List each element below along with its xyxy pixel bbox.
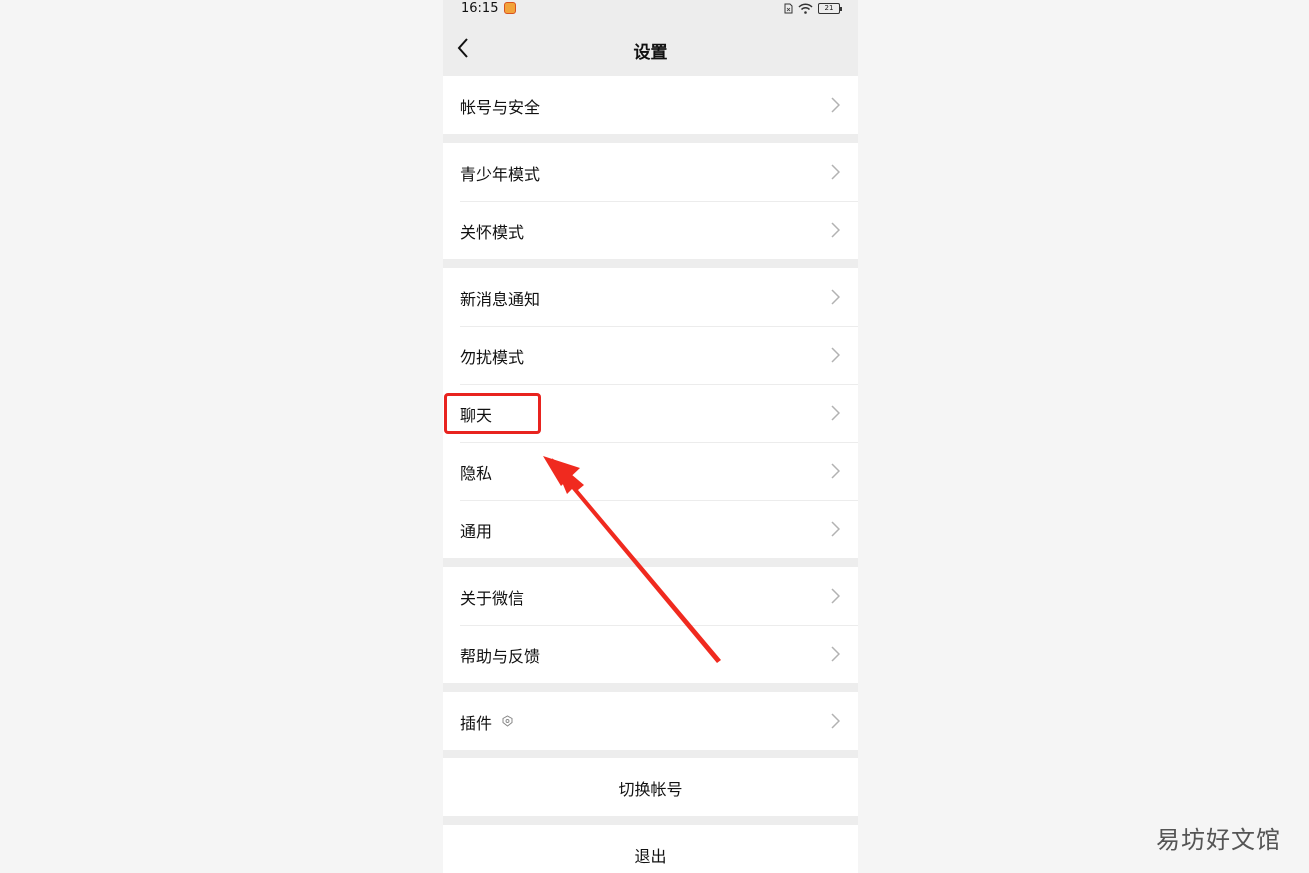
settings-item-label: 插件 xyxy=(460,714,493,733)
settings-item-help-feedback[interactable]: 帮助与反馈 xyxy=(443,625,858,683)
notification-app-icon xyxy=(504,2,516,14)
status-bar: 16:15 21 xyxy=(443,0,858,18)
status-time: 16:15 xyxy=(461,1,499,16)
section-logout: 退出 xyxy=(443,825,858,873)
settings-item-label: 关于微信 xyxy=(460,589,525,608)
sim-icon xyxy=(784,3,793,14)
chevron-right-icon xyxy=(831,347,840,363)
settings-item-label: 隐私 xyxy=(460,464,493,483)
chevron-right-icon xyxy=(831,713,840,729)
plugin-badge-icon xyxy=(502,715,513,727)
nav-bar: 设置 xyxy=(443,22,858,74)
section-plugins: 插件 xyxy=(443,692,858,750)
battery-icon: 21 xyxy=(818,3,842,14)
annotation-highlight-box xyxy=(444,393,541,434)
settings-item-label: 帮助与反馈 xyxy=(460,647,541,666)
section-about: 关于微信 帮助与反馈 xyxy=(443,567,858,683)
status-indicators: 21 xyxy=(784,3,842,14)
watermark: 易坊好文馆 xyxy=(1156,826,1281,854)
logout-button[interactable]: 退出 xyxy=(443,825,858,873)
settings-item-teen-mode[interactable]: 青少年模式 xyxy=(443,143,858,201)
settings-item-notifications[interactable]: 新消息通知 xyxy=(443,268,858,326)
chevron-right-icon xyxy=(831,646,840,662)
switch-account-label: 切换帐号 xyxy=(618,780,683,799)
section-modes: 青少年模式 关怀模式 xyxy=(443,143,858,259)
settings-item-plugins[interactable]: 插件 xyxy=(443,692,858,750)
section-switch-account: 切换帐号 xyxy=(443,758,858,816)
settings-item-privacy[interactable]: 隐私 xyxy=(443,442,858,500)
switch-account-button[interactable]: 切换帐号 xyxy=(443,758,858,816)
settings-item-general[interactable]: 通用 xyxy=(443,500,858,558)
chevron-right-icon xyxy=(831,289,840,305)
battery-level: 21 xyxy=(824,4,834,12)
phone-screen: 16:15 21 设置 帐号与安全 青少年模式 关怀模式 新消息通知 勿扰模式 … xyxy=(443,0,858,873)
logout-label: 退出 xyxy=(634,847,667,866)
page-title: 设置 xyxy=(633,43,668,63)
settings-item-label: 关怀模式 xyxy=(460,223,525,242)
chevron-right-icon xyxy=(831,521,840,537)
chevron-right-icon xyxy=(831,222,840,238)
settings-item-account-security[interactable]: 帐号与安全 xyxy=(443,76,858,134)
settings-item-label: 帐号与安全 xyxy=(460,98,541,117)
settings-item-do-not-disturb[interactable]: 勿扰模式 xyxy=(443,326,858,384)
chevron-right-icon xyxy=(831,405,840,421)
chevron-right-icon xyxy=(831,97,840,113)
settings-item-label: 通用 xyxy=(460,522,493,541)
settings-item-about-wechat[interactable]: 关于微信 xyxy=(443,567,858,625)
chevron-right-icon xyxy=(831,588,840,604)
settings-item-label: 新消息通知 xyxy=(460,290,541,309)
wifi-icon xyxy=(798,3,813,14)
settings-item-care-mode[interactable]: 关怀模式 xyxy=(443,201,858,259)
chevron-right-icon xyxy=(831,463,840,479)
settings-item-label: 勿扰模式 xyxy=(460,348,525,367)
section-account: 帐号与安全 xyxy=(443,76,858,134)
settings-item-label: 青少年模式 xyxy=(460,165,541,184)
chevron-right-icon xyxy=(831,164,840,180)
